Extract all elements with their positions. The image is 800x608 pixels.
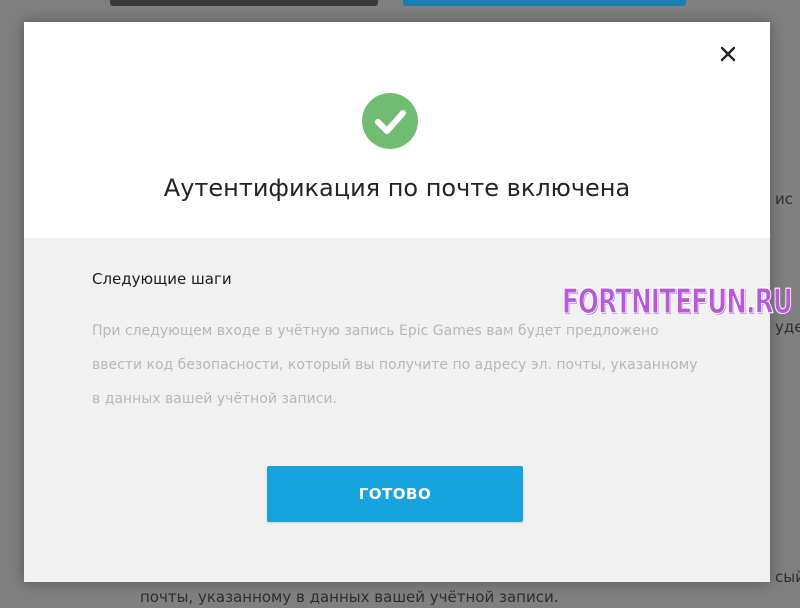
success-badge: [362, 93, 418, 149]
next-steps-line: в данных вашей учётной записи.: [92, 391, 337, 407]
background-text: почты, указанному в данных вашей учётной…: [140, 588, 559, 606]
close-button[interactable]: [716, 42, 740, 66]
background-text-fragment: ис: [775, 190, 793, 208]
checkmark-icon: [375, 110, 406, 134]
next-steps-text: При следующем входе в учётную запись Epi…: [92, 314, 712, 416]
background-button-blue: [403, 0, 686, 6]
background-text-fragment: сый: [775, 568, 800, 586]
close-icon: [720, 46, 736, 62]
done-button[interactable]: ГОТОВО: [267, 466, 523, 522]
next-steps-line: ввести код безопасности, который вы полу…: [92, 357, 698, 373]
background-button-dark: [110, 0, 378, 6]
next-steps-heading: Следующие шаги: [92, 270, 232, 288]
dialog-title: Аутентификация по почте включена: [163, 174, 631, 202]
watermark: FORTNITEFUN.RU: [562, 282, 793, 323]
